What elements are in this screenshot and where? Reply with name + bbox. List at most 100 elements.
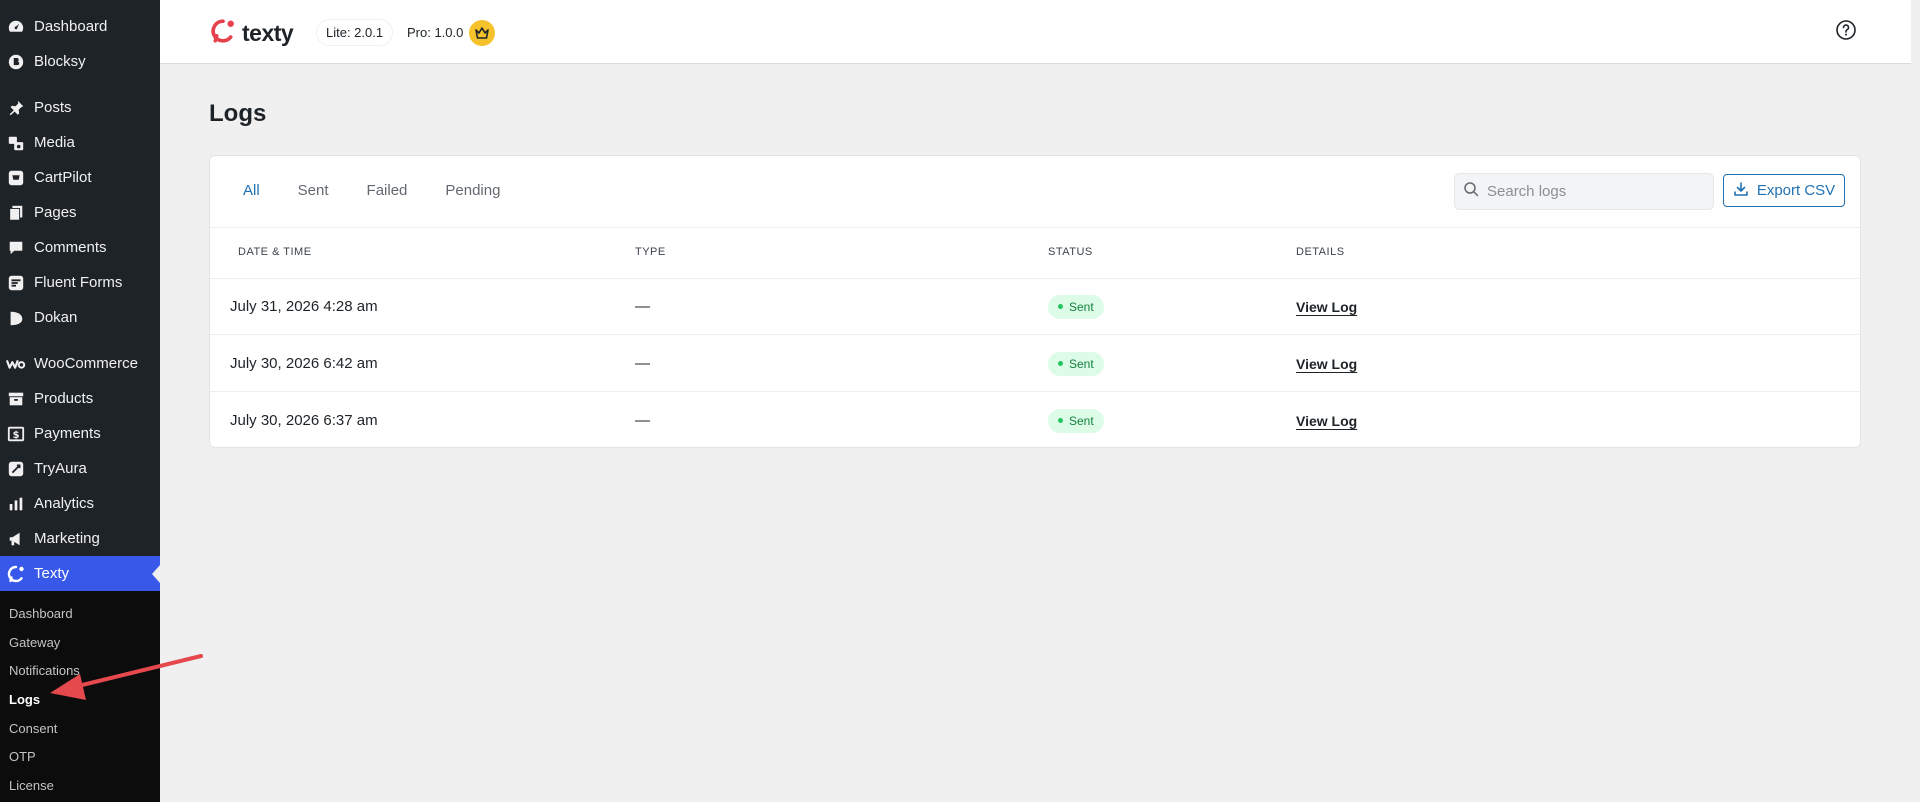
table-row: July 30, 2026 6:42 am — Sent View Log (210, 335, 1860, 392)
column-type: TYPE (635, 246, 666, 258)
submenu-item-otp[interactable]: OTP (0, 742, 160, 771)
cell-details: View Log (1296, 392, 1357, 449)
menu-label: Dashboard (34, 18, 108, 35)
cell-date: July 31, 2026 4:28 am (230, 298, 378, 315)
cell-type: — (635, 412, 650, 429)
cell-details: View Log (1296, 278, 1357, 335)
cell-type: — (635, 355, 650, 372)
status-badge: Sent (1048, 408, 1104, 433)
menu-label: Products (34, 390, 94, 407)
submenu-item-license[interactable]: License (0, 771, 160, 800)
megaphone-icon (6, 529, 26, 549)
menu-item-dashboard[interactable]: Dashboard (0, 9, 160, 44)
menu-label: Payments (34, 425, 101, 442)
brand-name: texty (242, 20, 294, 46)
column-status: STATUS (1048, 246, 1093, 258)
status-dot (1058, 418, 1063, 423)
menu-label: Analytics (34, 495, 95, 512)
menu-item-woocommerce[interactable]: WooCommerce (0, 346, 160, 381)
status-text: Sent (1069, 299, 1094, 314)
tab-failed[interactable]: Failed (367, 182, 408, 199)
status-dot (1058, 361, 1063, 366)
table-header: DATE & TIME TYPE STATUS DETAILS (210, 227, 1860, 279)
menu-label: Posts (34, 99, 72, 116)
menu-label: WooCommerce (34, 355, 138, 372)
woo-icon (6, 354, 26, 374)
tryaura-icon (6, 459, 26, 479)
menu-item-pages[interactable]: Pages (0, 195, 160, 230)
tab-sent[interactable]: Sent (298, 182, 329, 199)
admin-menu: Dashboard Blocksy Posts Media CartPilot (0, 9, 160, 591)
download-icon (1733, 181, 1749, 201)
cell-status: Sent (1048, 392, 1104, 449)
status-badge: Sent (1048, 294, 1104, 319)
plugin-header: texty Lite: 2.0.1 Pro: 1.0.0 (160, 0, 1911, 64)
submenu-item-logs[interactable]: Logs (0, 685, 160, 714)
help-button[interactable] (1832, 18, 1860, 46)
search-box (1454, 173, 1714, 210)
export-csv-button[interactable]: Export CSV (1723, 174, 1845, 207)
pro-version-text: Pro: 1.0.0 (407, 25, 464, 40)
submenu-item-consent[interactable]: Consent (0, 714, 160, 743)
pro-version-badge: Pro: 1.0.0 (398, 19, 496, 46)
menu-item-texty[interactable]: Texty (0, 556, 160, 591)
menu-label: CartPilot (34, 169, 92, 186)
menu-item-analytics[interactable]: Analytics (0, 486, 160, 521)
fluent-forms-icon (6, 273, 26, 293)
menu-item-cartpilot[interactable]: CartPilot (0, 160, 160, 195)
menu-item-marketing[interactable]: Marketing (0, 521, 160, 556)
submenu-item-notifications[interactable]: Notifications (0, 656, 160, 685)
menu-item-posts[interactable]: Posts (0, 90, 160, 125)
column-date-time: DATE & TIME (238, 246, 312, 258)
submenu-item-gateway[interactable]: Gateway (0, 628, 160, 657)
lite-version-badge: Lite: 2.0.1 (316, 19, 394, 46)
submenu-item-dashboard[interactable]: Dashboard (0, 599, 160, 628)
tab-pending[interactable]: Pending (445, 182, 500, 199)
lite-version-text: Lite: 2.0.1 (326, 25, 384, 40)
gauge-icon (6, 17, 26, 37)
menu-label: Comments (34, 239, 107, 256)
dollar-icon: $ (6, 424, 26, 444)
table-row: July 30, 2026 6:37 am — Sent View Log (210, 392, 1860, 449)
crown-icon (469, 19, 496, 46)
search-icon (1463, 181, 1479, 202)
menu-label: Blocksy (34, 53, 86, 70)
blocksy-icon (6, 52, 26, 72)
menu-label: Marketing (34, 530, 100, 547)
view-log-link[interactable]: View Log (1296, 356, 1357, 372)
pin-icon (6, 98, 26, 118)
cartpilot-icon (6, 168, 26, 188)
menu-label: Fluent Forms (34, 274, 123, 291)
menu-item-blocksy[interactable]: Blocksy (0, 44, 160, 79)
cell-details: View Log (1296, 335, 1357, 392)
page-title: Logs (209, 100, 267, 127)
svg-text:$: $ (13, 430, 20, 441)
menu-label: TryAura (34, 460, 87, 477)
view-log-link[interactable]: View Log (1296, 299, 1357, 315)
menu-separator (0, 79, 160, 90)
cell-date: July 30, 2026 6:42 am (230, 355, 378, 372)
menu-item-media[interactable]: Media (0, 125, 160, 160)
export-csv-label: Export CSV (1756, 182, 1836, 199)
search-input[interactable] (1487, 183, 1702, 200)
menu-label: Media (34, 134, 75, 151)
view-log-link[interactable]: View Log (1296, 413, 1357, 429)
status-badge: Sent (1048, 351, 1104, 376)
archive-icon (6, 389, 26, 409)
status-dot (1058, 304, 1063, 309)
menu-label: Texty (34, 565, 70, 582)
menu-item-products[interactable]: Products (0, 381, 160, 416)
media-icon (6, 133, 26, 153)
menu-item-fluent-forms[interactable]: Fluent Forms (0, 265, 160, 300)
menu-item-comments[interactable]: Comments (0, 230, 160, 265)
comment-icon (6, 238, 26, 258)
tab-all[interactable]: All (243, 182, 260, 199)
cell-type: — (635, 298, 650, 315)
menu-item-payments[interactable]: $ Payments (0, 416, 160, 451)
pages-icon (6, 203, 26, 223)
menu-item-tryaura[interactable]: TryAura (0, 451, 160, 486)
menu-item-dokan[interactable]: Dokan (0, 300, 160, 335)
texty-logo-icon (209, 17, 237, 50)
menu-label: Dokan (34, 309, 78, 326)
column-details: DETAILS (1296, 246, 1345, 258)
